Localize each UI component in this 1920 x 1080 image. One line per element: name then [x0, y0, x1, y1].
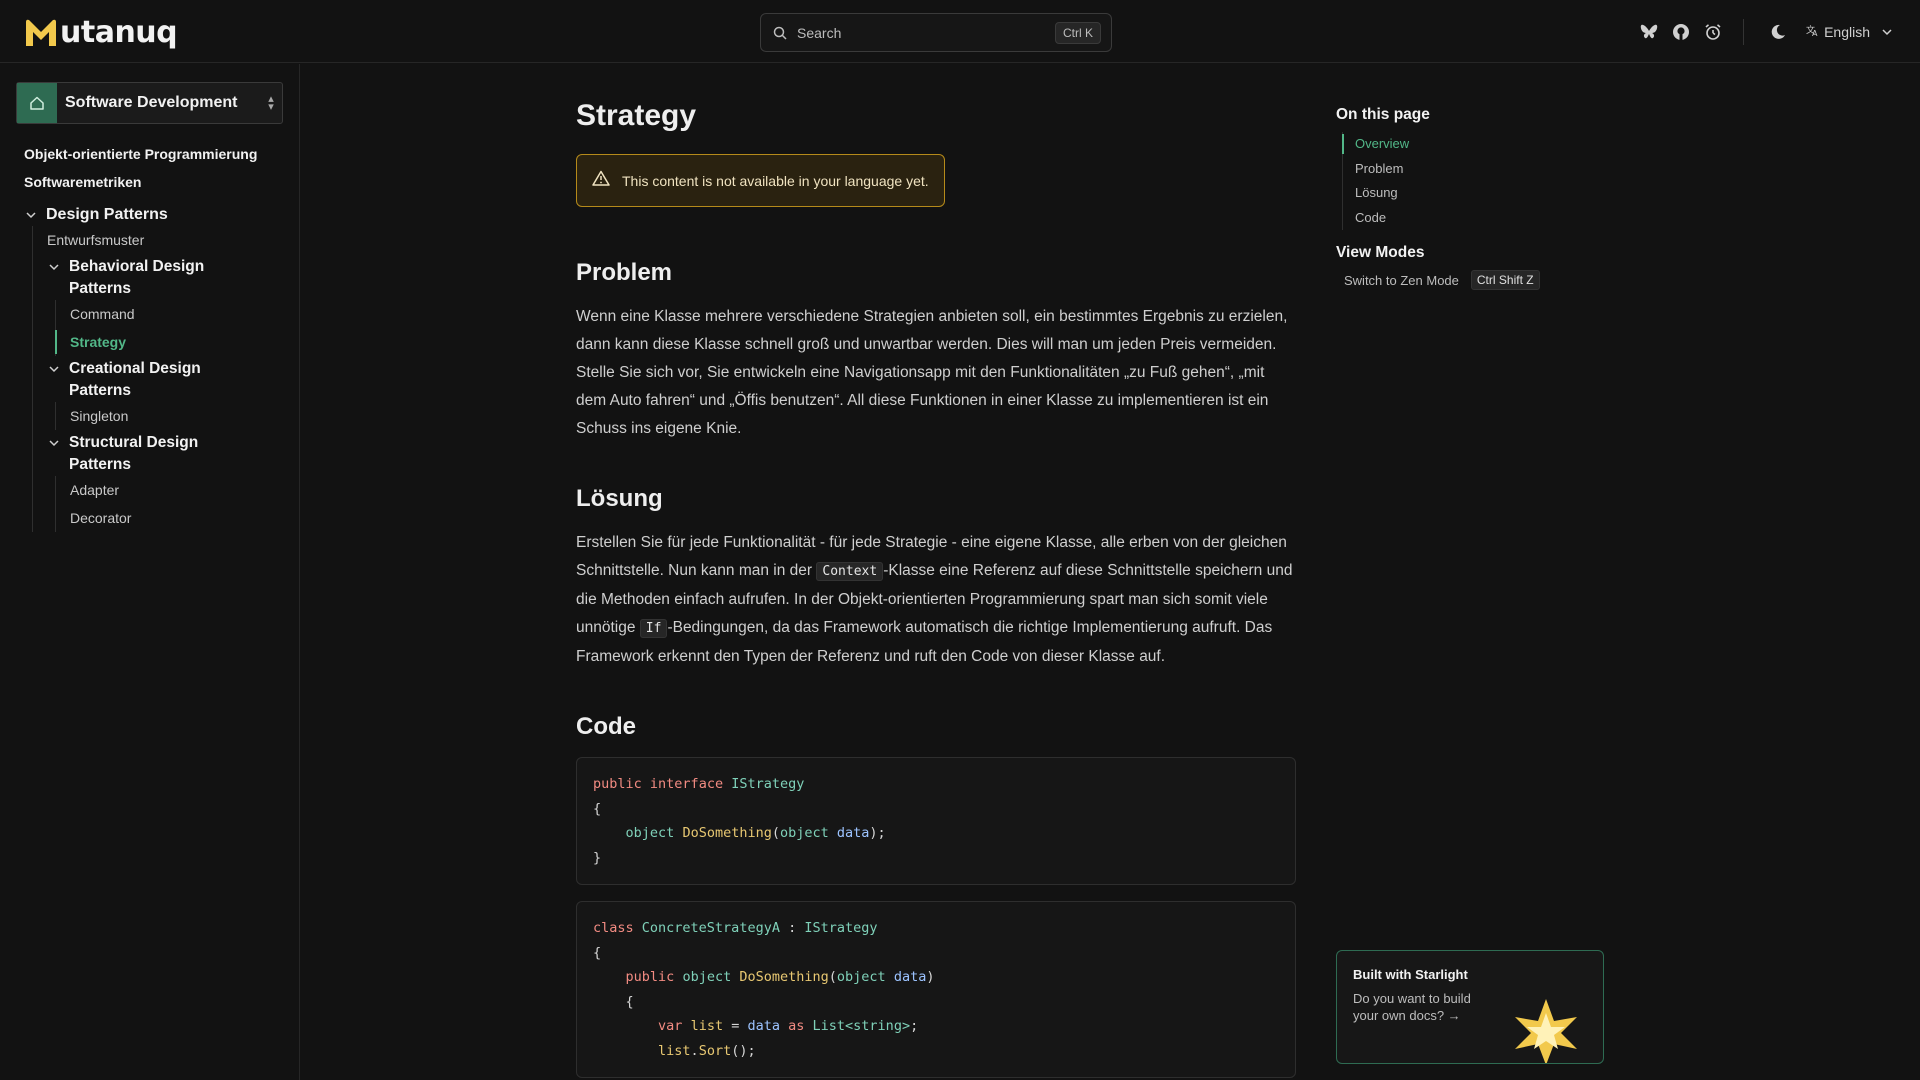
heading-loesung: Lösung	[576, 485, 663, 512]
heading-code: Code	[576, 713, 636, 740]
code-block-concrete-strategy[interactable]: class ConcreteStrategyA : IStrategy { pu…	[576, 901, 1296, 1078]
code-line: {	[593, 800, 602, 817]
sidebar-group-label: Creational Design Patterns	[69, 360, 201, 399]
chevron-down-icon	[24, 204, 38, 226]
top-header: utanuq Search Ctrl K 文A English	[0, 0, 1920, 63]
view-modes-title: View Modes	[1336, 244, 1425, 261]
language-select[interactable]: 文A English	[1806, 23, 1892, 40]
zen-mode-label: Switch to Zen Mode	[1344, 272, 1459, 288]
sidebar-nav: Objekt-orientierte Programmierung Softwa…	[24, 140, 284, 532]
translate-icon: 文A	[1806, 23, 1820, 40]
sidebar-item-entwurfsmuster[interactable]: Entwurfsmuster	[47, 226, 284, 254]
loesung-paragraph: Erstellen Sie für jede Funktionalität - …	[576, 529, 1296, 671]
home-icon	[17, 83, 57, 123]
language-notice-text: This content is not available in your la…	[622, 172, 929, 189]
toc-item-loesung[interactable]: Lösung	[1343, 181, 1616, 206]
language-label: English	[1824, 23, 1870, 40]
subgroup-behavioral: Behavioral Design Patterns Command Strat…	[47, 256, 284, 356]
code-line: list.Sort();	[658, 1042, 756, 1059]
sidebar-group-label: Structural Design Patterns	[69, 434, 199, 473]
main-content: Strategy This content is not available i…	[576, 96, 1296, 1078]
code-line: }	[593, 849, 602, 866]
sidebar-item-oop[interactable]: Objekt-orientierte Programmierung	[24, 140, 284, 168]
warning-icon	[592, 170, 610, 191]
structural-tree: Adapter Decorator	[55, 476, 284, 532]
starlight-promo-card[interactable]: Built with Starlight Do you want to buil…	[1336, 950, 1604, 1064]
loesung-text-3: -Bedingungen, da das Framework automatis…	[576, 619, 1273, 665]
subgroup-creational: Creational Design Patterns Singleton	[47, 358, 284, 430]
subgroup-structural: Structural Design Patterns Adapter Decor…	[47, 432, 284, 532]
sidebar-group-creational[interactable]: Creational Design Patterns	[47, 358, 284, 402]
sidebar-group-behavioral[interactable]: Behavioral Design Patterns	[47, 256, 284, 300]
code-line: object DoSomething(object data);	[625, 825, 886, 841]
code-line: public object DoSomething(object data)	[625, 969, 935, 985]
sidebar-item-strategy[interactable]: Strategy	[55, 328, 284, 356]
sidebar-group-label: Behavioral Design Patterns	[69, 258, 205, 297]
behavioral-tree: Command Strategy	[55, 300, 284, 356]
sidebar-group-structural[interactable]: Structural Design Patterns	[47, 432, 284, 476]
toc-item-code[interactable]: Code	[1343, 206, 1616, 231]
language-notice: This content is not available in your la…	[576, 154, 945, 207]
logo-text: utanuq	[60, 15, 178, 50]
alarm-icon[interactable]	[1703, 22, 1723, 42]
starlight-star-icon	[1511, 997, 1581, 1063]
search-shortcut: Ctrl K	[1055, 21, 1101, 44]
starlight-text: Do you want to build your own docs? →	[1353, 991, 1471, 1023]
chevron-down-icon	[47, 432, 61, 454]
code-line: class ConcreteStrategyA : IStrategy	[593, 920, 878, 936]
svg-text:A: A	[1812, 29, 1818, 37]
zen-mode-shortcut: Ctrl Shift Z	[1470, 270, 1540, 290]
sidebar-item-softwaremetriken[interactable]: Softwaremetriken	[24, 168, 284, 196]
code-line: public interface IStrategy	[593, 776, 805, 792]
logo-mark-icon	[24, 18, 58, 48]
search-placeholder: Search	[797, 24, 842, 41]
zen-mode-toggle[interactable]: Switch to Zen Mode Ctrl Shift Z	[1336, 270, 1616, 290]
github-icon[interactable]	[1671, 22, 1691, 42]
up-down-chevron-icon: ▴ ▾	[268, 93, 274, 113]
section-select[interactable]: Software Development ▴ ▾	[16, 82, 283, 124]
inline-code-if: If	[639, 619, 668, 638]
search-button[interactable]: Search Ctrl K	[760, 13, 1112, 52]
toc-title: On this page	[1336, 106, 1430, 123]
sidebar: Software Development ▴ ▾ Objekt-orientier…	[0, 64, 300, 1080]
toc-item-problem[interactable]: Problem	[1343, 157, 1616, 182]
page-title: Strategy	[576, 99, 697, 132]
code-line: {	[593, 944, 602, 961]
heading-problem: Problem	[576, 259, 673, 286]
header-divider	[1743, 18, 1745, 45]
header-actions: 文A English	[1627, 0, 1920, 63]
sidebar-item-adapter[interactable]: Adapter	[70, 476, 284, 504]
chevron-down-icon	[47, 256, 61, 278]
starlight-title: Built with Starlight	[1353, 967, 1468, 982]
search-icon	[773, 26, 787, 40]
code-line: var list = data as List<string>;	[658, 1018, 919, 1034]
code-line: {	[625, 993, 634, 1010]
chevron-down-icon	[47, 358, 61, 380]
toc-item-overview[interactable]: Overview	[1342, 132, 1616, 157]
sidebar-item-command[interactable]: Command	[70, 300, 284, 328]
section-select-label: Software Development	[65, 94, 238, 111]
problem-paragraph: Wenn eine Klasse mehrere verschiedene St…	[576, 308, 1288, 437]
sidebar-item-decorator[interactable]: Decorator	[70, 504, 284, 532]
creational-tree: Singleton	[55, 402, 284, 430]
sidebar-item-singleton[interactable]: Singleton	[70, 402, 284, 430]
inline-code-context: Context	[816, 562, 884, 581]
sidebar-group-label: Design Patterns	[46, 206, 168, 223]
chevron-down-icon	[1882, 24, 1892, 40]
table-of-contents: On this page Overview Problem Lösung Cod…	[1336, 106, 1616, 290]
moon-icon[interactable]	[1768, 22, 1788, 42]
bluesky-icon[interactable]	[1639, 22, 1659, 42]
site-logo[interactable]: utanuq	[24, 15, 178, 50]
code-block-interface[interactable]: public interface IStrategy { object DoSo…	[576, 757, 1296, 885]
toc-list: Overview Problem Lösung Code	[1342, 132, 1616, 230]
sidebar-group-design-patterns[interactable]: Design Patterns	[24, 204, 284, 226]
design-patterns-tree: Entwurfsmuster Behavioral Design Pattern…	[32, 226, 284, 532]
